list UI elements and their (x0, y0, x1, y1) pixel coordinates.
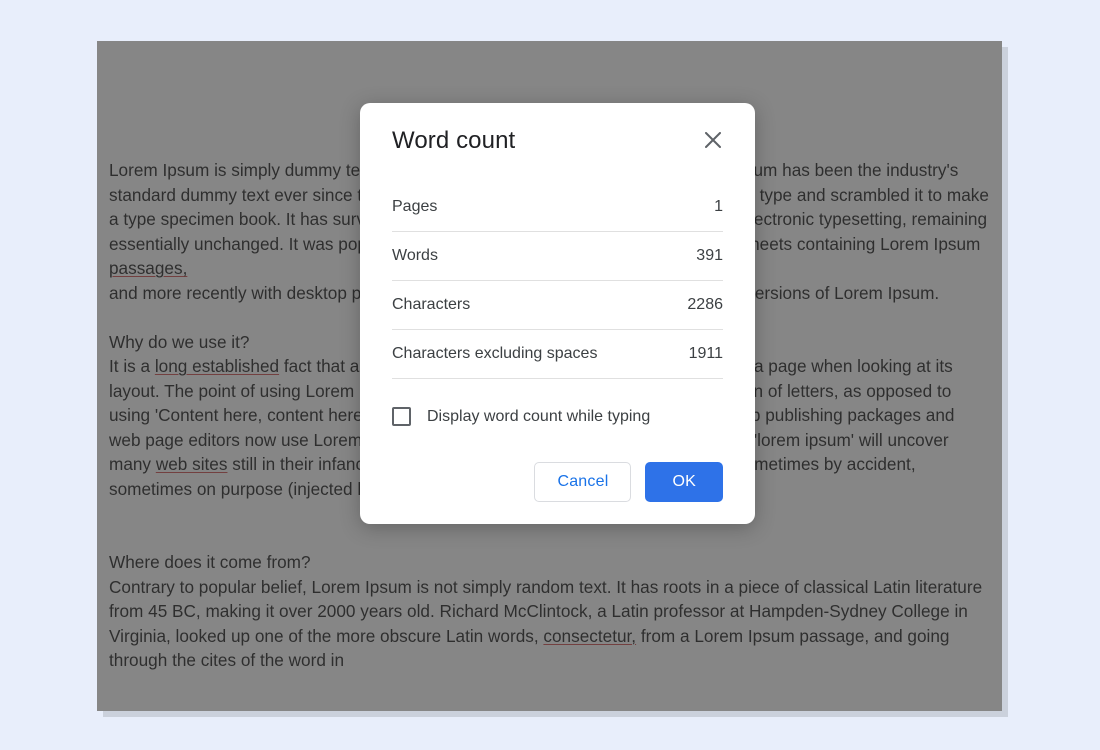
dialog-button-row: Cancel OK (392, 462, 723, 502)
checkbox-label: Display word count while typing (427, 408, 650, 426)
stat-label: Characters excluding spaces (392, 345, 597, 363)
stat-row-pages: Pages 1 (392, 183, 723, 232)
ok-button[interactable]: OK (645, 462, 723, 502)
stat-row-characters-excluding-spaces: Characters excluding spaces 1911 (392, 330, 723, 379)
display-while-typing-row: Display word count while typing (392, 407, 723, 426)
stat-label: Pages (392, 198, 437, 216)
dialog-title: Word count (392, 127, 515, 155)
stat-label: Words (392, 247, 438, 265)
cancel-button[interactable]: Cancel (534, 462, 631, 502)
stat-value: 1911 (689, 345, 723, 363)
stat-row-characters: Characters 2286 (392, 281, 723, 330)
stat-value: 391 (696, 247, 723, 265)
stat-row-words: Words 391 (392, 232, 723, 281)
stat-value: 1 (714, 198, 723, 216)
display-while-typing-checkbox[interactable] (392, 407, 411, 426)
word-count-dialog: Word count Pages 1 Words 391 Characters … (360, 103, 755, 524)
stat-label: Characters (392, 296, 470, 314)
stat-value: 2286 (687, 296, 723, 314)
dialog-header: Word count (392, 127, 723, 155)
close-icon[interactable] (703, 130, 723, 150)
